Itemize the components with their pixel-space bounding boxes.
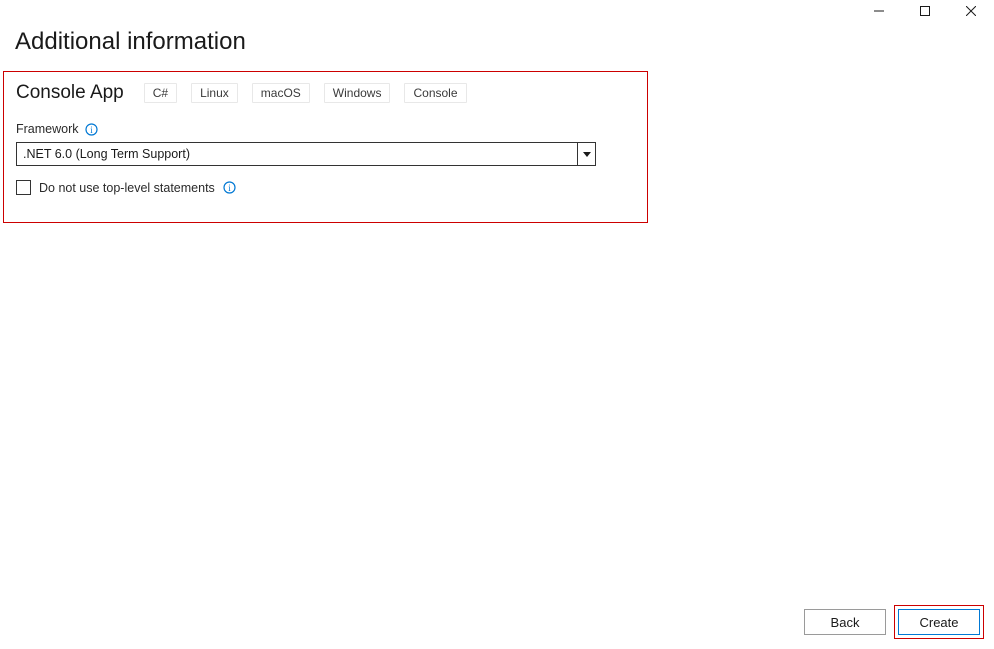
tag-linux: Linux — [191, 83, 238, 103]
top-level-statements-checkbox[interactable] — [16, 180, 31, 195]
chevron-down-icon[interactable] — [577, 143, 595, 165]
top-level-statements-label: Do not use top-level statements — [39, 181, 215, 195]
create-button[interactable]: Create — [898, 609, 980, 635]
framework-label: Framework — [16, 122, 79, 136]
tag-console: Console — [404, 83, 466, 103]
create-button-highlight: Create — [894, 605, 984, 639]
close-button[interactable] — [948, 0, 994, 22]
additional-info-panel: Console App C# Linux macOS Windows Conso… — [3, 71, 648, 223]
project-header-row: Console App C# Linux macOS Windows Conso… — [16, 82, 635, 104]
project-type-name: Console App — [16, 82, 124, 104]
dialog-button-bar: Back Create — [804, 605, 984, 639]
minimize-button[interactable] — [856, 0, 902, 22]
tag-macos: macOS — [252, 83, 310, 103]
tag-csharp: C# — [144, 83, 177, 103]
back-button[interactable]: Back — [804, 609, 886, 635]
page-title: Additional information — [15, 28, 246, 56]
info-icon[interactable]: i — [85, 123, 98, 136]
svg-text:i: i — [228, 183, 231, 193]
maximize-button[interactable] — [902, 0, 948, 22]
svg-text:i: i — [90, 125, 93, 135]
framework-dropdown[interactable]: .NET 6.0 (Long Term Support) — [16, 142, 596, 166]
info-icon[interactable]: i — [223, 181, 236, 194]
tag-windows: Windows — [324, 83, 391, 103]
framework-selected-value: .NET 6.0 (Long Term Support) — [17, 143, 577, 165]
